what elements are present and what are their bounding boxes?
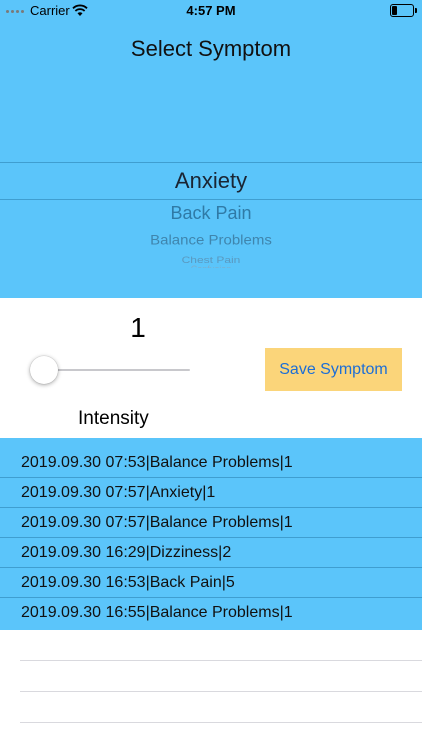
empty-row (20, 692, 422, 723)
save-symptom-button[interactable]: Save Symptom (265, 348, 402, 391)
list-item[interactable]: 2019.09.30 07:57|Balance Problems|1 (0, 508, 422, 538)
picker-item[interactable]: Back Pain (0, 203, 422, 224)
battery-icon (390, 4, 417, 17)
status-time: 4:57 PM (186, 3, 236, 18)
symptom-picker[interactable]: Select Symptom Anxiety Back Pain Balance… (0, 22, 422, 298)
picker-item[interactable]: Confusion (0, 264, 422, 268)
slider-track[interactable] (42, 369, 190, 371)
picker-item[interactable]: Balance Problems (0, 233, 422, 249)
intensity-label: Intensity (78, 408, 149, 429)
intensity-value: 1 (130, 312, 146, 343)
empty-row (20, 630, 422, 661)
empty-list-area (0, 630, 422, 723)
list-item[interactable]: 2019.09.30 16:29|Dizziness|2 (0, 538, 422, 568)
picker-item-selected[interactable]: Anxiety (0, 168, 422, 194)
list-item[interactable]: 2019.09.30 07:57|Anxiety|1 (0, 478, 422, 508)
list-item[interactable]: 2019.09.30 16:53|Back Pain|5 (0, 568, 422, 598)
list-item[interactable]: 2019.09.30 16:55|Balance Problems|1 (0, 598, 422, 630)
empty-row (20, 661, 422, 692)
symptom-log-list[interactable]: 2019.09.30 07:53|Balance Problems|1 2019… (0, 438, 422, 630)
page-title: Select Symptom (130, 36, 292, 61)
list-item[interactable]: 2019.09.30 07:53|Balance Problems|1 (0, 438, 422, 478)
intensity-slider[interactable] (30, 356, 190, 384)
slider-thumb[interactable] (30, 356, 58, 384)
status-bar: Carrier 4:57 PM (0, 0, 422, 22)
